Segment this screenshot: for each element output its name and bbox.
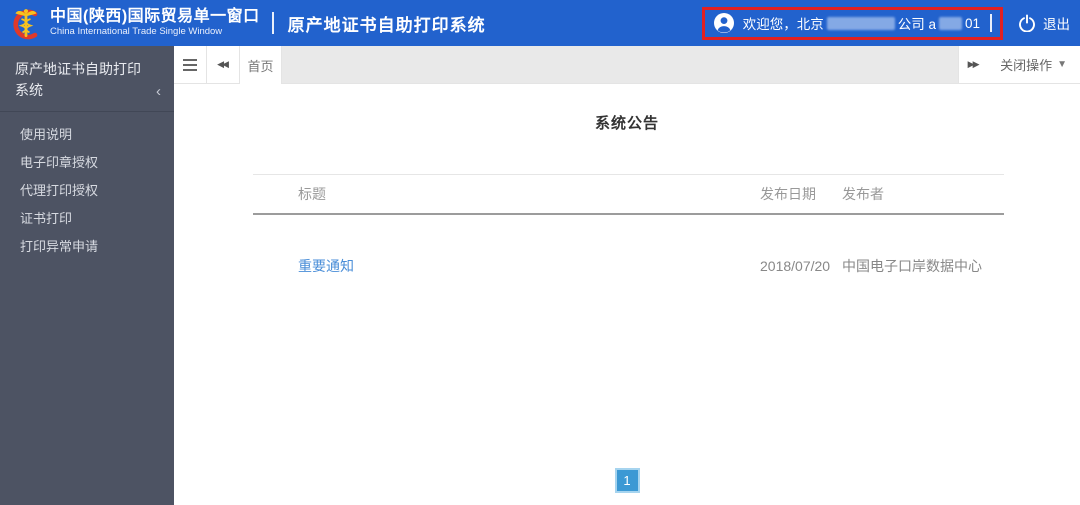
column-header-publisher: 发布者 — [842, 186, 884, 202]
menu-toggle-button[interactable] — [174, 46, 207, 83]
pagination-page-1-button[interactable]: 1 — [614, 468, 640, 493]
close-operations-label: 关闭操作 — [1000, 58, 1053, 73]
double-chevron-right-icon: ▶▶ — [967, 59, 980, 69]
brand-block: 中国(陕西)国际贸易单一窗口 China International Trade… — [50, 8, 260, 38]
header-right: 欢迎您，北京 公司 a 01 退出 — [701, 6, 1070, 40]
page-title: 系统公告 — [594, 115, 659, 132]
header-divider — [271, 12, 274, 34]
app-window: 中国(陕西)国际贸易单一窗口 China International Trade… — [0, 0, 1080, 505]
column-header-title: 标题 — [298, 186, 326, 202]
welcome-prefix: 欢迎您，北京 — [742, 17, 824, 32]
sidebar-item-usage-instructions[interactable]: 使用说明 — [0, 121, 174, 149]
scroll-tabs-left-button[interactable]: ◀◀ — [207, 46, 240, 83]
sidebar-menu: 使用说明 电子印章授权 代理打印授权 证书打印 打印异常申请 — [0, 112, 174, 261]
welcome-middle: 公司 a — [897, 17, 936, 32]
sidebar-item-eseal-authorization[interactable]: 电子印章授权 — [0, 149, 174, 177]
tab-strip-empty — [282, 46, 959, 83]
sidebar-title: 原产地证书自助打印系统 — [15, 61, 141, 98]
close-operations-dropdown[interactable]: 关闭操作 ▼ — [988, 46, 1080, 83]
brand-title: 中国(陕西)国际贸易单一窗口 — [50, 8, 260, 25]
redacted-company-name — [826, 16, 895, 30]
double-chevron-left-icon: ◀◀ — [217, 59, 229, 69]
sidebar: 原产地证书自助打印系统 ‹ 使用说明 电子印章授权 代理打印授权 证书打印 打印… — [0, 46, 174, 505]
welcome-message: 欢迎您，北京 公司 a 01 — [743, 13, 980, 33]
customs-caduceus-logo-icon — [13, 9, 38, 40]
tab-bar: ◀◀ 首页 ▶▶ 关闭操作 ▼ — [174, 46, 1080, 84]
brand-subtitle: China International Trade Single Window — [50, 26, 223, 37]
annotation-highlight-box: 欢迎您，北京 公司 a 01 — [701, 6, 1003, 40]
sidebar-item-print-exception-request[interactable]: 打印异常申请 — [0, 233, 174, 261]
column-header-date: 发布日期 — [760, 186, 816, 202]
power-icon — [1019, 14, 1035, 32]
announcement-link[interactable]: 重要通知 — [298, 258, 354, 274]
caret-down-icon: ▼ — [1057, 59, 1067, 70]
announcement-title-cell: 重要通知 — [253, 256, 760, 276]
tab-home[interactable]: 首页 — [240, 46, 282, 84]
scroll-tabs-right-button[interactable]: ▶▶ — [958, 46, 989, 83]
user-avatar-icon — [713, 13, 734, 33]
welcome-suffix: 01 — [964, 15, 980, 31]
announcement-date-cell: 2018/07/20 — [760, 258, 831, 274]
logout-button[interactable]: 退出 — [1018, 13, 1070, 33]
table-header-row: 标题 发布日期 发布者 — [253, 174, 1004, 215]
pagination: 1 — [174, 468, 1080, 493]
logout-label: 退出 — [1043, 17, 1070, 32]
redacted-username — [938, 16, 962, 30]
welcome-divider — [990, 14, 992, 32]
sidebar-item-certificate-print[interactable]: 证书打印 — [0, 205, 174, 233]
main-content: 系统公告 标题 发布日期 发布者 重要通知 2018/07/20 中国电子口岸数… — [174, 84, 1080, 505]
system-title: 原产地证书自助打印系统 — [287, 15, 486, 35]
announcement-table: 标题 发布日期 发布者 重要通知 2018/07/20 中国电子口岸数据中心 — [253, 174, 1004, 276]
top-header: 中国(陕西)国际贸易单一窗口 China International Trade… — [0, 0, 1080, 46]
hamburger-icon — [183, 58, 197, 71]
announcement-publisher-cell: 中国电子口岸数据中心 — [842, 258, 982, 274]
collapse-chevron-icon[interactable]: ‹ — [156, 84, 161, 99]
sidebar-header[interactable]: 原产地证书自助打印系统 ‹ — [0, 46, 174, 112]
table-row: 重要通知 2018/07/20 中国电子口岸数据中心 — [253, 215, 1004, 276]
sidebar-item-agent-print-authorization[interactable]: 代理打印授权 — [0, 177, 174, 205]
